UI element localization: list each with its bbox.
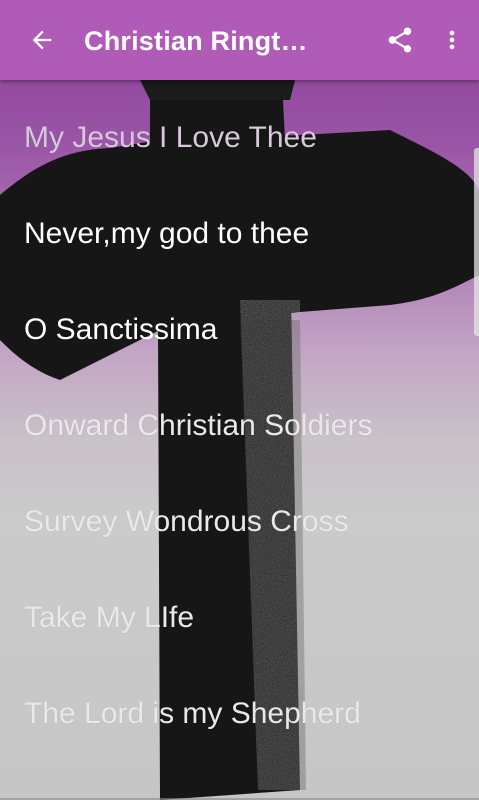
screen: Christian Ringt… My Jesus I Love Thee Ne… bbox=[0, 0, 479, 800]
back-button[interactable] bbox=[0, 0, 84, 80]
share-icon bbox=[388, 27, 412, 53]
list-item[interactable]: Never,my god to thee bbox=[0, 186, 479, 282]
more-vert-icon bbox=[449, 30, 455, 50]
scrollbar[interactable] bbox=[474, 148, 479, 336]
list-item[interactable]: Onward Christian Soldiers bbox=[0, 378, 479, 474]
arrow-left-icon bbox=[32, 30, 52, 50]
ringtone-label: My Jesus I Love Thee bbox=[24, 121, 317, 154]
ringtone-label: Onward Christian Soldiers bbox=[24, 409, 373, 442]
app-bar: Christian Ringt… bbox=[0, 0, 479, 80]
ringtone-label: Never,my god to thee bbox=[24, 217, 310, 250]
list-item[interactable]: Take My LIfe bbox=[0, 570, 479, 666]
list-item[interactable]: O Sanctissima bbox=[0, 282, 479, 378]
ringtone-list: My Jesus I Love Thee Never,my god to the… bbox=[0, 90, 479, 762]
more-options-button[interactable] bbox=[429, 0, 475, 80]
ringtone-label: Take My LIfe bbox=[24, 601, 195, 634]
page-title: Christian Ringt… bbox=[84, 25, 308, 56]
share-button[interactable] bbox=[371, 0, 429, 80]
list-item[interactable]: Survey Wondrous Cross bbox=[0, 474, 479, 570]
list-item[interactable]: My Jesus I Love Thee bbox=[0, 90, 479, 186]
ringtone-label: O Sanctissima bbox=[24, 313, 218, 346]
ringtone-label: Survey Wondrous Cross bbox=[24, 505, 349, 538]
ringtone-label: The Lord is my Shepherd bbox=[24, 697, 361, 730]
list-item[interactable]: The Lord is my Shepherd bbox=[0, 666, 479, 762]
